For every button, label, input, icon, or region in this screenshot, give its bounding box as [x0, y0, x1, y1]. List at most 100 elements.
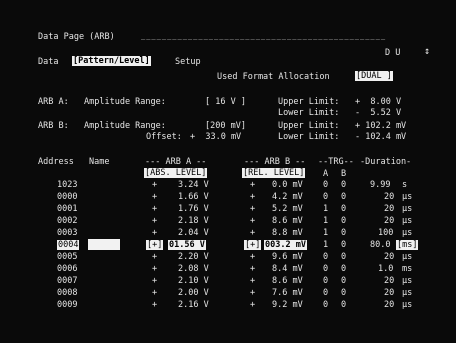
row-arb-a-sign[interactable]: + — [152, 204, 157, 214]
row-arb-b-sign[interactable]: + — [250, 228, 255, 238]
row-trg-a[interactable]: 0 — [323, 276, 328, 286]
row-arb-a-value[interactable]: 01.56 V — [168, 240, 206, 250]
arb-b-lower-value[interactable]: - 102.4 mV — [355, 132, 406, 142]
row-duration-unit[interactable]: [ms] — [396, 240, 419, 250]
row-duration[interactable]: 9.99 — [370, 180, 390, 190]
row-duration[interactable]: 20 — [384, 300, 394, 310]
row-arb-b-sign[interactable]: + — [250, 300, 255, 310]
row-trg-a[interactable]: 1 — [323, 216, 328, 226]
row-arb-a-value[interactable]: 2.16 V — [178, 300, 209, 310]
row-arb-a-sign[interactable]: + — [152, 180, 157, 190]
row-duration-unit[interactable]: μs — [402, 228, 412, 238]
row-duration[interactable]: 80.0 — [370, 240, 390, 250]
row-arb-b-sign[interactable]: + — [250, 264, 255, 274]
row-trg-b[interactable]: 0 — [341, 192, 346, 202]
row-duration[interactable]: 100 — [378, 228, 393, 238]
row-trg-b[interactable]: 0 — [341, 216, 346, 226]
row-trg-a[interactable]: 0 — [323, 264, 328, 274]
row-duration[interactable]: 20 — [384, 216, 394, 226]
row-arb-b-sign[interactable]: [+] — [244, 240, 262, 250]
row-arb-b-value[interactable]: 4.2 mV — [272, 192, 303, 202]
row-duration[interactable]: 20 — [384, 252, 394, 262]
row-trg-a[interactable]: 0 — [323, 300, 328, 310]
row-arb-b-value[interactable]: 8.6 mV — [272, 276, 303, 286]
row-duration-unit[interactable]: μs — [402, 192, 412, 202]
row-arb-b-sign[interactable]: + — [250, 180, 255, 190]
row-arb-b-sign[interactable]: + — [250, 252, 255, 262]
row-name-field[interactable] — [88, 239, 120, 250]
row-arb-b-value[interactable]: 0.0 mV — [272, 180, 303, 190]
row-arb-a-sign[interactable]: [+] — [146, 240, 164, 250]
row-trg-a[interactable]: 1 — [323, 228, 328, 238]
row-trg-a[interactable]: 0 — [323, 252, 328, 262]
row-duration-unit[interactable]: s — [402, 180, 407, 190]
row-arb-a-value[interactable]: 3.24 V — [178, 180, 209, 190]
row-arb-a-value[interactable]: 2.04 V — [178, 228, 209, 238]
row-trg-b[interactable]: 0 — [341, 204, 346, 214]
row-duration[interactable]: 20 — [384, 192, 394, 202]
row-duration-unit[interactable]: μs — [402, 288, 412, 298]
row-trg-b[interactable]: 0 — [341, 228, 346, 238]
row-arb-b-sign[interactable]: + — [250, 204, 255, 214]
row-arb-a-value[interactable]: 1.66 V — [178, 192, 209, 202]
row-trg-b[interactable]: 0 — [341, 276, 346, 286]
row-duration[interactable]: 1.0 — [378, 264, 393, 274]
row-arb-b-value[interactable]: 5.2 mV — [272, 204, 303, 214]
arb-a-range-field[interactable]: [ 16 V ] — [205, 97, 246, 107]
arb-b-upper-value[interactable]: + 102.2 mV — [355, 121, 406, 131]
row-duration[interactable]: 20 — [384, 276, 394, 286]
row-arb-b-sign[interactable]: + — [250, 288, 255, 298]
row-arb-b-sign[interactable]: + — [250, 216, 255, 226]
row-duration-unit[interactable]: μs — [402, 216, 412, 226]
row-trg-b[interactable]: 0 — [341, 288, 346, 298]
row-duration-unit[interactable]: μs — [402, 252, 412, 262]
row-arb-a-sign[interactable]: + — [152, 228, 157, 238]
arb-a-lower-value[interactable]: - 5.52 V — [355, 108, 401, 118]
row-arb-a-value[interactable]: 2.10 V — [178, 276, 209, 286]
row-arb-b-sign[interactable]: + — [250, 192, 255, 202]
row-arb-b-value[interactable]: 8.4 mV — [272, 264, 303, 274]
row-duration[interactable]: 20 — [384, 204, 394, 214]
row-arb-a-sign[interactable]: + — [152, 192, 157, 202]
row-arb-b-value[interactable]: 8.6 mV — [272, 216, 303, 226]
row-arb-b-sign[interactable]: + — [250, 276, 255, 286]
row-trg-b[interactable]: 0 — [341, 300, 346, 310]
row-arb-b-value[interactable]: 7.6 mV — [272, 288, 303, 298]
row-arb-a-sign[interactable]: + — [152, 288, 157, 298]
row-arb-a-value[interactable]: 1.76 V — [178, 204, 209, 214]
row-duration[interactable]: 20 — [384, 288, 394, 298]
arb-a-upper-value[interactable]: + 8.00 V — [355, 97, 401, 107]
row-arb-b-value[interactable]: 8.8 mV — [272, 228, 303, 238]
row-arb-a-sign[interactable]: + — [152, 300, 157, 310]
row-arb-a-value[interactable]: 2.00 V — [178, 288, 209, 298]
row-arb-a-sign[interactable]: + — [152, 252, 157, 262]
row-arb-b-value[interactable]: 003.2 mV — [264, 240, 307, 250]
row-arb-a-value[interactable]: 2.18 V — [178, 216, 209, 226]
row-trg-a[interactable]: 0 — [323, 180, 328, 190]
row-trg-a[interactable]: 1 — [323, 240, 328, 250]
setup-mode-field[interactable]: [Pattern/Level] — [72, 56, 151, 66]
arb-b-offset-value[interactable]: + 33.0 mV — [190, 132, 241, 142]
row-duration-unit[interactable]: μs — [402, 276, 412, 286]
row-duration-unit[interactable]: ms — [402, 264, 412, 274]
row-trg-b[interactable]: 0 — [341, 264, 346, 274]
row-trg-b[interactable]: 0 — [341, 240, 346, 250]
row-arb-a-value[interactable]: 2.08 V — [178, 264, 209, 274]
row-duration-unit[interactable]: μs — [402, 300, 412, 310]
arb-b-mode-field[interactable]: [REL. LEVEL] — [242, 168, 306, 178]
row-duration-unit[interactable]: μs — [402, 204, 412, 214]
row-arb-b-value[interactable]: 9.2 mV — [272, 300, 303, 310]
row-arb-a-sign[interactable]: + — [152, 264, 157, 274]
row-trg-a[interactable]: 0 — [323, 192, 328, 202]
row-trg-a[interactable]: 0 — [323, 288, 328, 298]
row-arb-b-value[interactable]: 9.6 mV — [272, 252, 303, 262]
arb-a-mode-field[interactable]: [ABS. LEVEL] — [144, 168, 208, 178]
format-allocation-field[interactable]: [DUAL ] — [355, 71, 393, 81]
row-arb-a-value[interactable]: 2.20 V — [178, 252, 209, 262]
row-trg-b[interactable]: 0 — [341, 252, 346, 262]
row-trg-a[interactable]: 1 — [323, 204, 328, 214]
row-arb-a-sign[interactable]: + — [152, 216, 157, 226]
row-trg-b[interactable]: 0 — [341, 180, 346, 190]
row-arb-a-sign[interactable]: + — [152, 276, 157, 286]
arb-b-range-field[interactable]: [200 mV] — [205, 121, 246, 131]
